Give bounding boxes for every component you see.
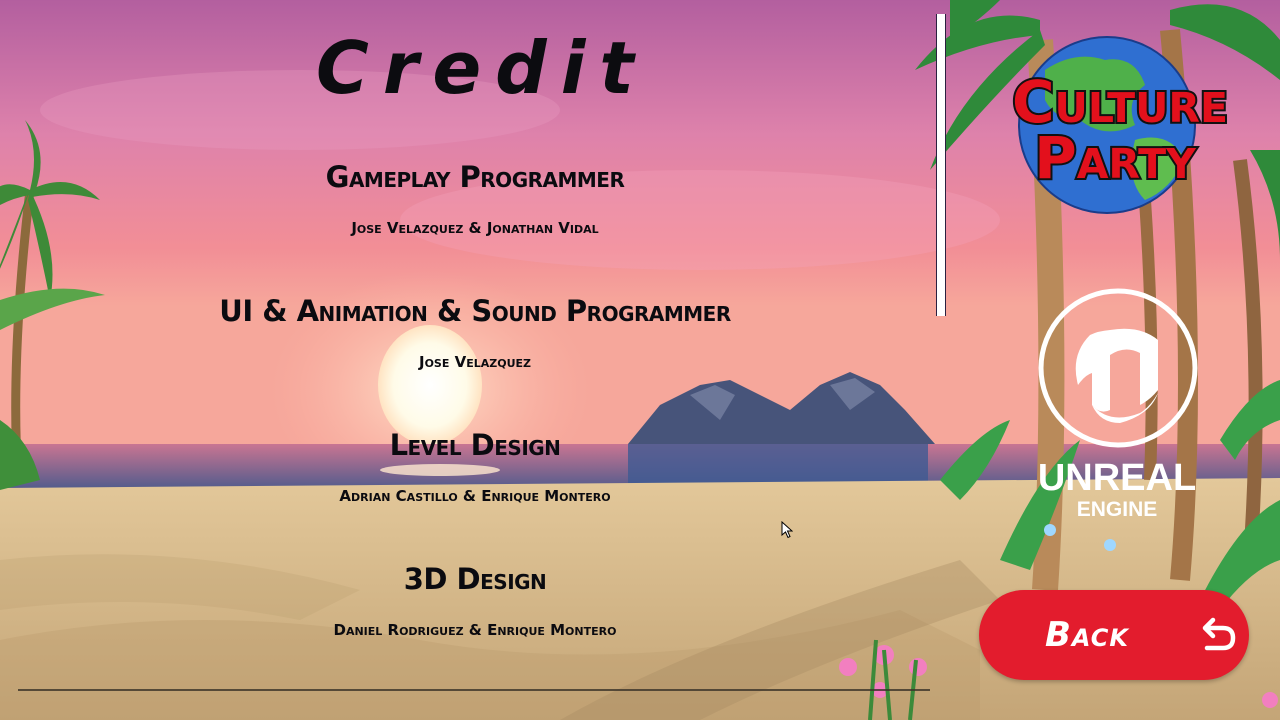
culture-party-logo: Culture Party (1010, 36, 1230, 214)
credit-names-ui-animation-sound: Jose Velazquez (419, 353, 531, 371)
scrollbar-thumb[interactable] (936, 14, 946, 316)
logo-line-party: Party (1034, 124, 1197, 192)
credits-panel: Credit Gameplay Programmer Jose Velazque… (0, 0, 950, 720)
engine-name-line2: ENGINE (1077, 498, 1158, 521)
credits-scrollbar[interactable] (934, 14, 948, 316)
credit-names-gameplay: Jose Velazquez & Jonathan Vidal (351, 219, 599, 237)
unreal-logo-icon (1038, 288, 1198, 448)
mouse-cursor-icon (781, 521, 793, 539)
credit-role-ui-animation-sound: UI & Animation & Sound Programmer (219, 294, 731, 328)
credit-role-gameplay: Gameplay Programmer (325, 160, 625, 194)
return-arrow-icon (1202, 617, 1236, 651)
divider-line (18, 689, 930, 691)
credit-names-level-design: Adrian Castillo & Enrique Montero (339, 487, 611, 505)
back-button-label: Back (1045, 615, 1129, 655)
page-title: Credit (316, 26, 648, 110)
engine-name-line1: UNREAL (1038, 457, 1196, 499)
credit-names-3d-design: Daniel Rodriguez & Enrique Montero (333, 621, 617, 639)
unreal-engine-logo: UNREAL ENGINE (1038, 288, 1198, 521)
credit-role-level-design: Level Design (389, 428, 561, 462)
credit-role-3d-design: 3D Design (403, 562, 547, 596)
back-button[interactable]: Back (979, 590, 1249, 680)
